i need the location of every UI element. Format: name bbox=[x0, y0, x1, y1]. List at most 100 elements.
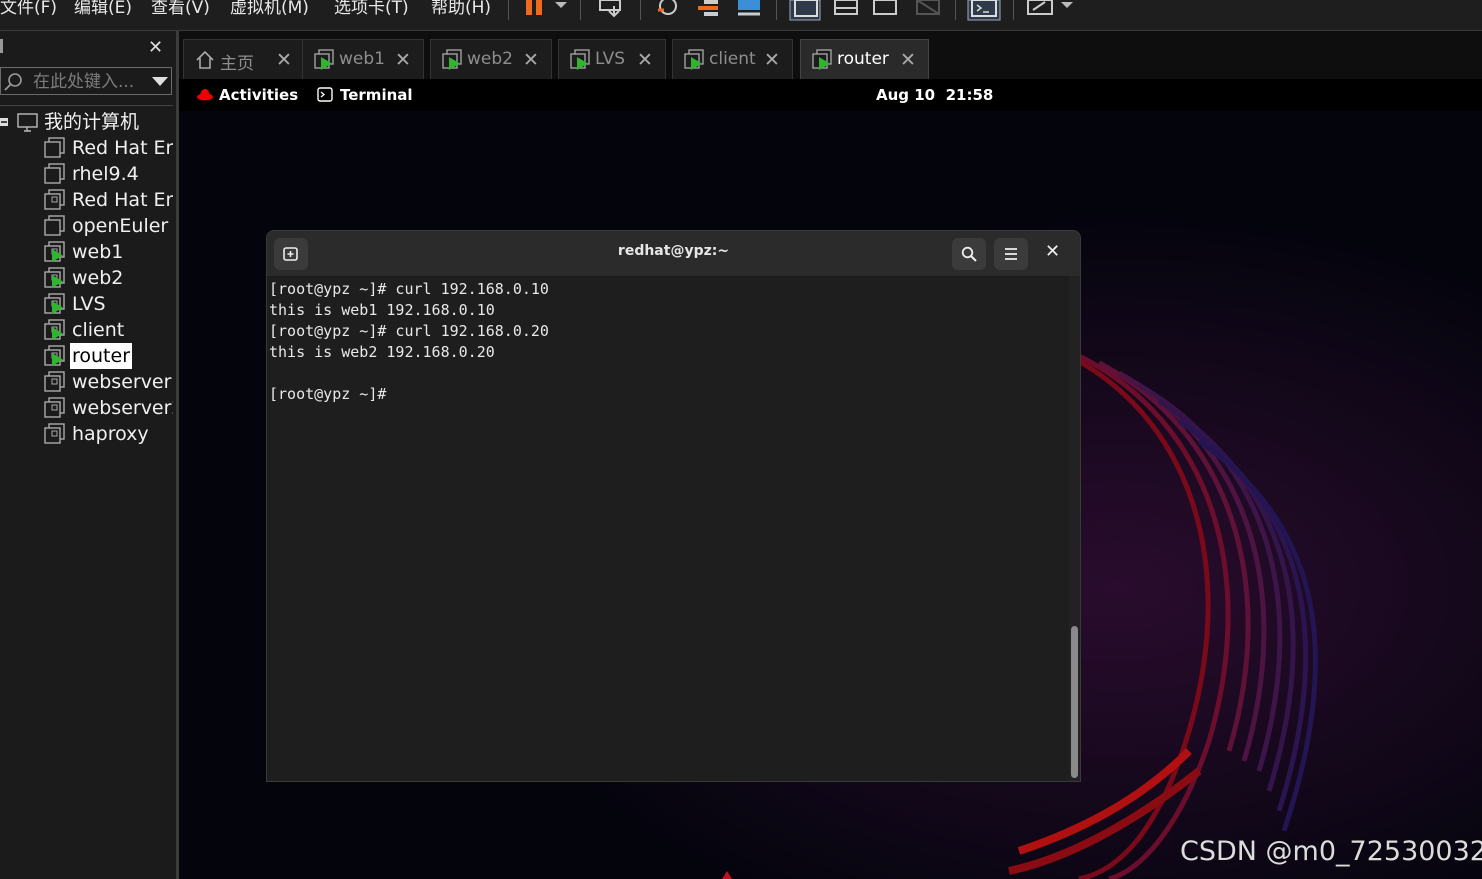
tree-item-vm[interactable]: openEuler bbox=[0, 213, 173, 239]
tab-vm[interactable]: client ✕ bbox=[672, 39, 793, 79]
terminal-line: [root@ypz ~]# curl 192.168.0.10 bbox=[269, 280, 549, 298]
gnome-top-bar: Activities Terminal Aug 10 21:58 bbox=[179, 79, 1482, 111]
tree-item-vm[interactable]: web2 bbox=[0, 265, 173, 291]
close-icon[interactable]: ✕ bbox=[900, 49, 916, 71]
menu-file[interactable]: 文件(F) bbox=[0, 0, 57, 18]
terminal-headerbar[interactable]: redhat@ypz:~ ✕ bbox=[267, 231, 1080, 277]
revert-snapshot-icon[interactable] bbox=[694, 0, 722, 18]
clock[interactable]: Aug 10 21:58 bbox=[876, 86, 993, 104]
vm-clone-icon bbox=[44, 189, 65, 210]
vm-clone-icon bbox=[44, 397, 65, 418]
send-ctrl-alt-del-icon[interactable] bbox=[598, 0, 628, 18]
search-input[interactable] bbox=[31, 70, 149, 94]
tree-item-vm[interactable]: haproxy bbox=[0, 421, 173, 447]
console-icon[interactable] bbox=[967, 0, 1001, 22]
scrollbar-thumb[interactable] bbox=[1071, 626, 1078, 778]
tab-vm[interactable]: 主页 ✕ bbox=[183, 39, 305, 79]
close-icon[interactable]: ✕ bbox=[523, 49, 539, 71]
tab-vm[interactable]: web1 ✕ bbox=[302, 39, 424, 79]
tree-root-my-computer[interactable]: 我的计算机 bbox=[0, 109, 173, 135]
vm-running-icon bbox=[684, 49, 704, 70]
tree-item-vm[interactable]: webserver1 bbox=[0, 369, 173, 395]
toolbar-separator bbox=[955, 0, 956, 20]
tree-item-label: LVS bbox=[72, 293, 106, 315]
vm-running-icon bbox=[442, 49, 462, 70]
tab-vm[interactable]: web2 ✕ bbox=[430, 39, 552, 79]
menu-vm[interactable]: 虚拟机(M) bbox=[230, 0, 309, 18]
toolbar-separator bbox=[640, 0, 641, 20]
tree-item-label: Red Hat Ent bbox=[72, 189, 173, 211]
tab-label: 主页 bbox=[220, 54, 254, 74]
terminal-line: [root@ypz ~]# bbox=[269, 385, 387, 403]
library-sidebar: ✕ 我的计算机 Red Hat Ent rhel9.4 Red Hat Ent ope… bbox=[0, 31, 179, 879]
search-icon bbox=[4, 73, 22, 91]
close-icon[interactable]: ✕ bbox=[276, 49, 292, 71]
app-menu-terminal[interactable]: Terminal bbox=[340, 86, 413, 104]
terminal-window[interactable]: redhat@ypz:~ ✕ [root@ypz ~]# curl 192.16… bbox=[266, 230, 1081, 782]
terminal-line: [root@ypz ~]# curl 192.168.0.20 bbox=[269, 322, 549, 340]
vm-running-icon bbox=[44, 319, 65, 340]
home-icon bbox=[196, 50, 214, 69]
close-icon[interactable]: ✕ bbox=[637, 49, 653, 71]
unity-icon[interactable] bbox=[915, 0, 943, 18]
tab-label: router bbox=[837, 49, 889, 69]
tree-item-label: router bbox=[70, 343, 133, 369]
tab-label: LVS bbox=[595, 49, 626, 69]
divider bbox=[0, 105, 173, 106]
tree-item-vm[interactable]: Red Hat Ent bbox=[0, 135, 173, 161]
manage-snapshots-icon[interactable] bbox=[736, 0, 764, 18]
tree-item-label: client bbox=[72, 319, 125, 341]
sidebar-title-fragment bbox=[0, 39, 3, 53]
toolbar-separator bbox=[776, 0, 777, 20]
tree-item-vm[interactable]: webserver2 bbox=[0, 395, 173, 421]
activities-button[interactable]: Activities bbox=[219, 86, 298, 104]
close-icon[interactable]: ✕ bbox=[764, 49, 780, 71]
close-icon[interactable]: ✕ bbox=[395, 49, 411, 71]
watermark: CSDN @m0_72530032 bbox=[1180, 836, 1482, 867]
library-view-icon[interactable] bbox=[789, 0, 821, 22]
vm-running-icon bbox=[44, 267, 65, 288]
toolbar-separator bbox=[1013, 0, 1014, 20]
menu-help[interactable]: 帮助(H) bbox=[431, 0, 491, 18]
tree-item-label: rhel9.4 bbox=[72, 163, 139, 185]
menu-edit[interactable]: 编辑(E) bbox=[74, 0, 132, 18]
snapshot-icon[interactable] bbox=[654, 0, 682, 18]
pause-icon[interactable] bbox=[524, 0, 546, 16]
vm-icon bbox=[44, 163, 65, 184]
menu-view[interactable]: 查看(V) bbox=[151, 0, 210, 18]
thumbnail-bar-icon[interactable] bbox=[833, 0, 861, 18]
tab-vm[interactable]: router ✕ bbox=[800, 39, 929, 79]
search-icon bbox=[961, 246, 977, 262]
terminal-output[interactable]: [root@ypz ~]# curl 192.168.0.10 this is w… bbox=[269, 279, 1069, 779]
tree-item-vm[interactable]: Red Hat Ent bbox=[0, 187, 173, 213]
chevron-down-icon[interactable] bbox=[151, 76, 169, 88]
vm-clone-icon bbox=[44, 423, 65, 444]
tree-item-label: web2 bbox=[72, 267, 124, 289]
redhat-logo-icon bbox=[197, 89, 213, 101]
close-icon[interactable]: ✕ bbox=[1045, 241, 1060, 262]
scrollbar[interactable] bbox=[1069, 276, 1080, 781]
stretch-icon[interactable] bbox=[1027, 0, 1075, 18]
computer-icon bbox=[17, 113, 38, 132]
tree-item-label: Red Hat Ent bbox=[72, 137, 173, 159]
terminal-line: this is web1 192.168.0.10 bbox=[269, 301, 495, 319]
tree-item-vm[interactable]: router bbox=[0, 343, 173, 369]
tree-item-vm[interactable]: rhel9.4 bbox=[0, 161, 173, 187]
hamburger-menu-button[interactable] bbox=[994, 238, 1028, 270]
vm-running-icon bbox=[44, 345, 65, 366]
tree-item-vm[interactable]: client bbox=[0, 317, 173, 343]
dropdown-icon[interactable] bbox=[553, 0, 569, 12]
toolbar-separator bbox=[508, 0, 509, 20]
vm-running-icon bbox=[44, 241, 65, 262]
tab-vm[interactable]: LVS ✕ bbox=[558, 39, 666, 79]
tab-label: web2 bbox=[467, 49, 513, 69]
close-icon[interactable]: ✕ bbox=[148, 37, 163, 58]
search-button[interactable] bbox=[952, 238, 986, 270]
menu-tabs[interactable]: 选项卡(T) bbox=[334, 0, 409, 18]
tree-item-vm[interactable]: LVS bbox=[0, 291, 173, 317]
tree-item-vm[interactable]: web1 bbox=[0, 239, 173, 265]
tree-item-label: openEuler bbox=[72, 215, 169, 237]
fullscreen-icon[interactable] bbox=[872, 0, 900, 18]
collapse-icon[interactable] bbox=[0, 118, 10, 128]
library-search[interactable] bbox=[0, 67, 172, 95]
